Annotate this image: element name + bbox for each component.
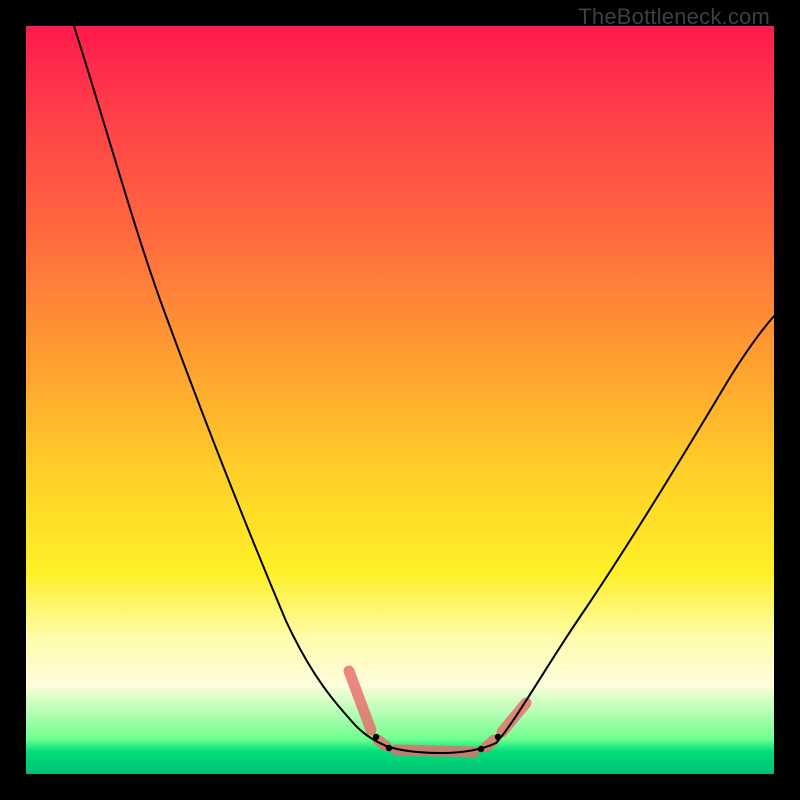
junction-dot-4 [495, 734, 501, 740]
plot-area [26, 26, 774, 774]
chart-canvas: TheBottleneck.com [0, 0, 800, 800]
main-curve-left [74, 26, 386, 746]
main-curve-right [496, 316, 774, 743]
junction-dot-2 [386, 745, 392, 751]
watermark-text: TheBottleneck.com [578, 4, 770, 30]
junction-dot-3 [478, 746, 484, 752]
curve-svg [26, 26, 774, 774]
junction-dot-1 [373, 734, 379, 740]
